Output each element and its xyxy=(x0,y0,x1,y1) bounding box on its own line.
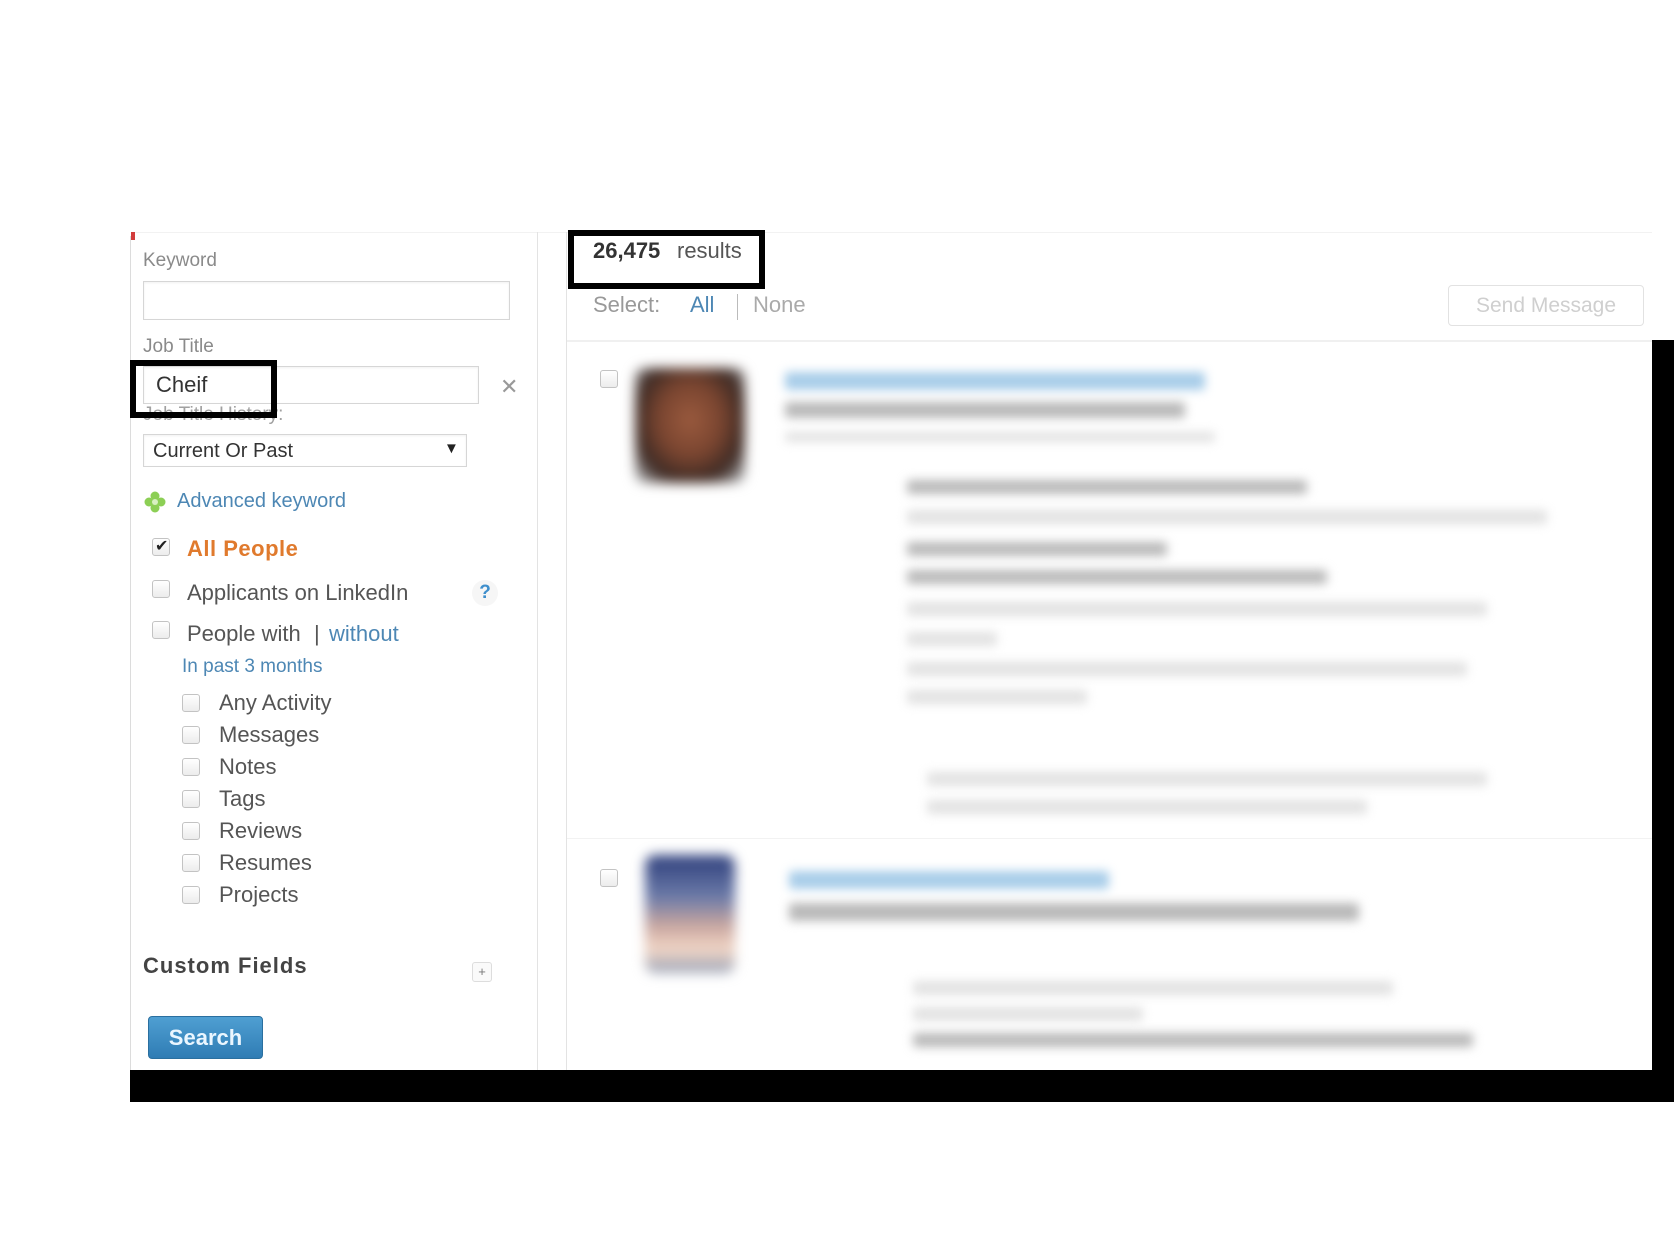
search-button[interactable]: Search xyxy=(148,1016,263,1059)
applicants-checkbox[interactable] xyxy=(152,580,170,598)
sidebar-divider xyxy=(537,232,538,1070)
job-title-history-select[interactable]: Current Or Past xyxy=(143,434,467,467)
timeframe-link[interactable]: In past 3 months xyxy=(182,656,322,678)
result-headline xyxy=(785,402,1185,418)
result-checkbox[interactable] xyxy=(600,370,618,388)
result-meta xyxy=(785,432,1215,442)
activity-label: Resumes xyxy=(219,850,312,875)
result-detail-line xyxy=(907,632,997,646)
keyword-label: Keyword xyxy=(143,250,217,271)
activity-checkbox[interactable] xyxy=(182,822,200,840)
annotation-frame-right xyxy=(1652,340,1674,1102)
all-people-label: All People xyxy=(187,536,299,561)
result-detail-line xyxy=(907,602,1487,616)
custom-fields-heading: Custom Fields xyxy=(143,953,308,978)
result-detail-line xyxy=(913,1007,1143,1021)
help-icon[interactable]: ? xyxy=(472,580,498,606)
corner-accent xyxy=(131,232,135,240)
result-detail-line xyxy=(907,662,1467,676)
close-icon[interactable]: ✕ xyxy=(500,374,518,400)
result-detail-line xyxy=(927,800,1367,814)
result-headline xyxy=(789,903,1359,921)
select-separator xyxy=(737,294,738,320)
avatar[interactable] xyxy=(635,368,745,483)
caret-down-icon: ▼ xyxy=(444,440,459,457)
history-select-value: Current Or Past xyxy=(153,440,294,462)
applicants-label: Applicants on LinkedIn xyxy=(187,580,409,605)
advanced-keyword-link[interactable]: Advanced keyword xyxy=(177,490,346,513)
select-all-link[interactable]: All xyxy=(690,292,714,318)
result-detail-line xyxy=(907,510,1547,524)
result-detail-line xyxy=(913,1033,1473,1047)
plus-circle-icon xyxy=(144,491,166,513)
results-highlight-box xyxy=(568,230,765,289)
activity-checkbox[interactable] xyxy=(182,726,200,744)
result-detail-line xyxy=(907,480,1307,494)
activity-label: Any Activity xyxy=(219,690,332,715)
result-detail-line xyxy=(907,542,1167,556)
result-detail-line xyxy=(907,570,1327,584)
annotation-frame-bottom xyxy=(130,1070,1674,1102)
result-checkbox[interactable] xyxy=(600,869,618,887)
activity-label: Tags xyxy=(219,786,266,811)
job-title-label: Job Title xyxy=(143,336,214,357)
activity-checkbox[interactable] xyxy=(182,790,200,808)
activity-label: Reviews xyxy=(219,818,303,843)
activity-label: Messages xyxy=(219,722,320,747)
activity-checkbox[interactable] xyxy=(182,694,200,712)
result-row xyxy=(567,839,1652,1070)
send-message-button[interactable]: Send Message xyxy=(1448,285,1644,326)
job-title-highlight-box xyxy=(130,360,277,418)
result-row xyxy=(567,342,1652,838)
select-none-link[interactable]: None xyxy=(753,292,806,318)
activity-checkbox[interactable] xyxy=(182,854,200,872)
result-detail-line xyxy=(913,981,1393,995)
all-people-checkbox[interactable] xyxy=(152,536,170,556)
result-detail-line xyxy=(907,690,1087,704)
avatar[interactable] xyxy=(645,855,735,973)
keyword-input[interactable] xyxy=(143,281,510,320)
activity-checkbox[interactable] xyxy=(182,758,200,776)
people-with-separator: | xyxy=(314,621,320,646)
result-name[interactable] xyxy=(785,372,1205,390)
result-detail-line xyxy=(927,772,1487,786)
people-with-label: People with xyxy=(187,621,301,646)
people-with-checkbox[interactable] xyxy=(152,621,170,639)
expand-plus-icon[interactable]: + xyxy=(472,962,492,982)
result-name[interactable] xyxy=(789,871,1109,889)
activity-label: Projects xyxy=(219,882,299,907)
people-without-link[interactable]: without xyxy=(329,621,399,647)
activity-label: Notes xyxy=(219,754,277,779)
select-label: Select: xyxy=(593,292,661,317)
top-divider xyxy=(131,232,1652,233)
activity-checkbox[interactable] xyxy=(182,886,200,904)
